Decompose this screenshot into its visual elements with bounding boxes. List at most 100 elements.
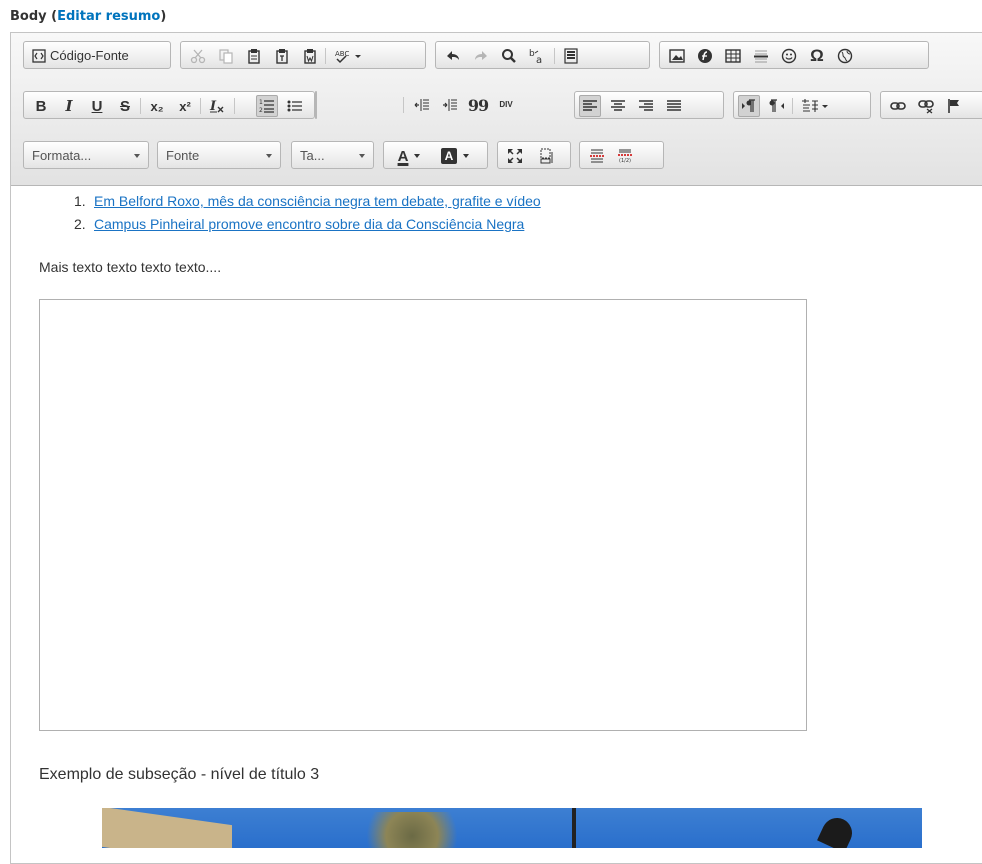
horizontal-rule-icon[interactable] [750,45,772,67]
list-number: 2. [74,216,86,232]
svg-text:a: a [536,55,542,64]
rtl-icon[interactable] [766,95,788,117]
maximize-icon[interactable] [504,145,526,167]
bg-color-button[interactable]: A [436,145,474,167]
separator [325,48,326,64]
smiley-icon[interactable] [778,45,800,67]
chevron-down-icon [134,154,140,158]
align-group [574,91,724,119]
italic-button[interactable]: I [58,95,80,117]
bg-color-glyph: A [441,148,457,164]
news-link[interactable]: Campus Pinheiral promove encontro sobre … [94,216,524,232]
underline-button[interactable]: U [86,95,108,117]
select-all-icon[interactable] [560,45,582,67]
separator [403,97,404,113]
field-label-text: Body [10,9,47,24]
source-button[interactable]: Código-Fonte [50,44,129,66]
list-item: 1. Em Belford Roxo, mês da consciência ne… [74,190,541,213]
embedded-frame[interactable] [39,299,807,731]
create-div-button[interactable]: DIV [495,94,517,116]
language-icon[interactable] [798,95,832,117]
justify-icon[interactable] [663,95,685,117]
editor-toolbar: Código-Fonte ABC b a Ω B I U S x₂ x² I 1… [11,33,982,186]
outdent-icon[interactable] [411,94,433,116]
separator [554,48,555,64]
svg-text:2: 2 [259,107,263,114]
paste-text-icon[interactable] [271,45,293,67]
ltr-icon[interactable] [738,95,760,117]
list-item: 2. Campus Pinheiral promove encontro sobr… [74,213,541,236]
edit-summary-link[interactable]: Editar resumo [57,9,160,24]
basicstyles-group: B I U S x₂ x² I 12 [23,91,315,119]
bidi-group [733,91,871,119]
redo-icon[interactable] [470,45,492,67]
list-number: 1. [74,193,86,209]
numbered-list-icon[interactable]: 12 [256,95,278,117]
readmore-break-icon[interactable]: (1/2) [614,145,636,167]
source-icon [28,45,50,67]
news-link[interactable]: Em Belford Roxo, mês da consciência negr… [94,193,541,209]
chevron-down-icon [359,154,365,158]
content-image[interactable] [102,808,922,848]
remove-format-icon[interactable]: I [206,95,228,117]
font-dropdown[interactable]: Fonte [157,141,281,169]
paren-open: ( [46,9,58,24]
text-color-glyph: A [397,147,409,165]
svg-text:b: b [529,49,535,59]
link-group [880,91,982,119]
text-color-button[interactable]: A [390,145,428,167]
chevron-down-icon [414,154,421,158]
subheading-h3: Exemplo de subseção - nível de título 3 [39,766,320,783]
news-list: 1. Em Belford Roxo, mês da consciência ne… [56,190,541,236]
insert-group: Ω [659,41,929,69]
anchor-flag-icon[interactable] [943,95,965,117]
find-icon[interactable] [498,45,520,67]
paste-icon[interactable] [243,45,265,67]
unlink-icon[interactable] [915,95,937,117]
chevron-down-icon [266,154,272,158]
bulleted-list-icon[interactable] [284,95,306,117]
source-group: Código-Fonte [23,41,171,69]
format-dropdown[interactable]: Formata... [23,141,149,169]
link-icon[interactable] [887,95,909,117]
subscript-button[interactable]: x₂ [146,95,168,117]
separator [140,98,141,114]
flash-icon[interactable] [694,45,716,67]
font-size-dropdown[interactable]: Ta... [291,141,374,169]
align-left-icon[interactable] [579,95,601,117]
format-dropdown-label: Formata... [32,147,92,163]
replace-icon[interactable]: ba [526,45,548,67]
copy-icon[interactable] [215,45,237,67]
body-paragraph: Mais texto texto texto texto.... [39,259,222,275]
page-break-icon[interactable] [586,145,608,167]
separator [792,98,793,114]
table-icon[interactable] [722,45,744,67]
chevron-down-icon [463,154,469,158]
editor-content[interactable]: 1. Em Belford Roxo, mês da consciência ne… [11,186,982,863]
font-size-dropdown-label: Ta... [300,147,325,163]
iframe-globe-icon[interactable] [834,45,856,67]
cut-icon[interactable] [187,45,209,67]
svg-text:(1/2): (1/2) [619,158,631,164]
rich-text-editor: Código-Fonte ABC b a Ω B I U S x₂ x² I 1… [10,32,982,864]
svg-text:ABC: ABC [335,50,349,58]
undo-icon[interactable] [442,45,464,67]
superscript-button[interactable]: x² [174,95,196,117]
svg-text:1: 1 [259,99,263,106]
align-right-icon[interactable] [635,95,657,117]
field-label: Body (Editar resumo) [10,9,166,24]
separator [200,98,201,114]
image-icon[interactable] [666,45,688,67]
image-building [102,808,232,848]
special-char-icon[interactable]: Ω [806,45,828,67]
align-center-icon[interactable] [607,95,629,117]
paste-word-icon[interactable] [299,45,321,67]
image-pole [572,808,576,848]
clipboard-group: ABC [180,41,426,69]
strike-button[interactable]: S [114,95,136,117]
show-blocks-icon[interactable] [536,145,558,167]
blockquote-button[interactable]: 99 [467,94,489,116]
spellcheck-icon[interactable]: ABC [331,45,365,67]
indent-icon[interactable] [439,94,461,116]
bold-button[interactable]: B [30,95,52,117]
